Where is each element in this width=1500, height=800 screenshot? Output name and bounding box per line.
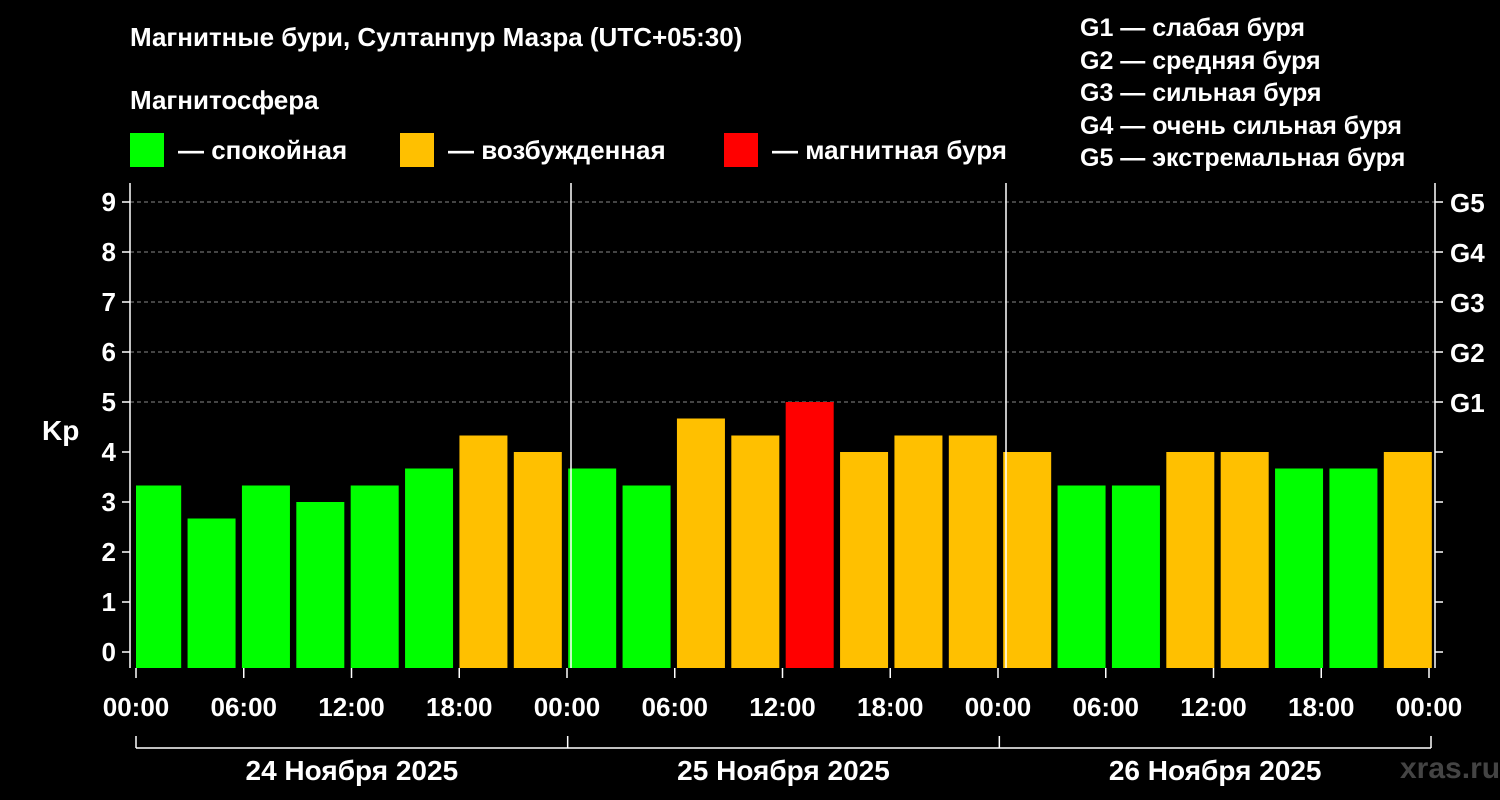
legend-active-label: — возбужденная bbox=[448, 134, 666, 165]
y-tick-label: 4 bbox=[102, 437, 117, 467]
x-tick-label: 00:00 bbox=[103, 692, 170, 722]
x-tick-label: 18:00 bbox=[857, 692, 924, 722]
g-tick-label: G5 bbox=[1450, 188, 1485, 218]
kp-bar bbox=[459, 435, 508, 668]
kp-bar bbox=[731, 435, 780, 668]
x-tick-label: 06:00 bbox=[1073, 692, 1140, 722]
x-tick-label: 18:00 bbox=[426, 692, 493, 722]
kp-bar bbox=[136, 485, 182, 668]
y-tick-label: 3 bbox=[102, 487, 116, 517]
kp-bar bbox=[1383, 452, 1432, 668]
y-tick-label: 2 bbox=[102, 537, 116, 567]
kp-bar bbox=[1166, 452, 1215, 668]
kp-bar bbox=[894, 435, 943, 668]
date-label: 25 Ноября 2025 bbox=[677, 755, 890, 786]
kp-bar bbox=[676, 418, 725, 668]
legend-quiet: — спокойная bbox=[130, 133, 347, 167]
g-legend-item: G1 — слабая буря bbox=[1080, 14, 1306, 42]
kp-bar bbox=[1003, 452, 1052, 668]
kp-bar bbox=[1220, 452, 1269, 668]
legend-storm: — магнитная буря bbox=[724, 133, 1007, 167]
kp-bar bbox=[1275, 468, 1324, 668]
legend-storm-swatch bbox=[724, 133, 758, 167]
kp-bar bbox=[241, 485, 290, 668]
legend-active-swatch bbox=[400, 133, 434, 167]
chart-title: Магнитные бури, Султанпур Мазра (UTC+05:… bbox=[130, 22, 743, 52]
kp-bar bbox=[840, 452, 889, 668]
legend-active: — возбужденная bbox=[400, 133, 666, 167]
legend-quiet-label: — спокойная bbox=[178, 134, 348, 165]
magnetosphere-subtitle: Магнитосфера bbox=[130, 85, 319, 115]
g-tick-label: G4 bbox=[1450, 238, 1485, 268]
g-tick-label: G3 bbox=[1450, 288, 1485, 318]
date-label: 26 Ноября 2025 bbox=[1109, 755, 1322, 786]
g-tick-label: G1 bbox=[1450, 388, 1485, 418]
y-tick-label: 9 bbox=[102, 187, 116, 217]
x-tick-label: 18:00 bbox=[1288, 692, 1355, 722]
y-tick-label: 7 bbox=[102, 287, 116, 317]
g-legend-item: G4 — очень сильная буря bbox=[1080, 111, 1402, 140]
g-scale-legend: G1 — слабая буря G2 — средняя буря G3 — … bbox=[1080, 12, 1405, 175]
x-tick-label: 12:00 bbox=[1180, 692, 1247, 722]
watermark: xras.ru bbox=[1400, 752, 1500, 785]
kp-bar bbox=[1329, 468, 1378, 668]
y-tick-label: 6 bbox=[102, 337, 116, 367]
kp-bar bbox=[568, 468, 617, 668]
g-tick-label: G2 bbox=[1450, 338, 1485, 368]
kp-bar bbox=[350, 485, 399, 668]
x-tick-label: 00:00 bbox=[534, 692, 601, 722]
kp-bar bbox=[187, 518, 236, 668]
g-legend-item: G5 — экстремальная буря bbox=[1080, 144, 1406, 172]
y-tick-label: 8 bbox=[102, 237, 116, 267]
kp-bar bbox=[1057, 485, 1106, 668]
y-axis-label: Kp bbox=[42, 415, 79, 446]
kp-bar bbox=[785, 402, 834, 668]
x-tick-label: 00:00 bbox=[965, 692, 1032, 722]
legend-storm-label: — магнитная буря bbox=[772, 134, 1007, 165]
kp-bar bbox=[948, 435, 997, 668]
kp-bar bbox=[622, 485, 671, 668]
date-label: 24 Ноября 2025 bbox=[246, 755, 459, 786]
kp-bar bbox=[405, 468, 454, 668]
x-tick-label: 12:00 bbox=[318, 692, 385, 722]
x-tick-label: 06:00 bbox=[642, 692, 709, 722]
x-tick-label: 00:00 bbox=[1396, 692, 1463, 722]
y-tick-label: 5 bbox=[102, 387, 116, 417]
x-tick-label: 12:00 bbox=[749, 692, 816, 722]
x-tick-label: 06:00 bbox=[211, 692, 278, 722]
kp-bar bbox=[513, 452, 562, 668]
legend-quiet-swatch bbox=[130, 133, 164, 167]
g-legend-item: G3 — сильная буря bbox=[1080, 79, 1322, 107]
kp-bar bbox=[1111, 485, 1160, 668]
y-tick-label: 1 bbox=[102, 587, 116, 617]
g-legend-item: G2 — средняя буря bbox=[1080, 46, 1321, 75]
y-tick-label: 0 bbox=[102, 637, 116, 667]
kp-bar bbox=[296, 502, 345, 668]
